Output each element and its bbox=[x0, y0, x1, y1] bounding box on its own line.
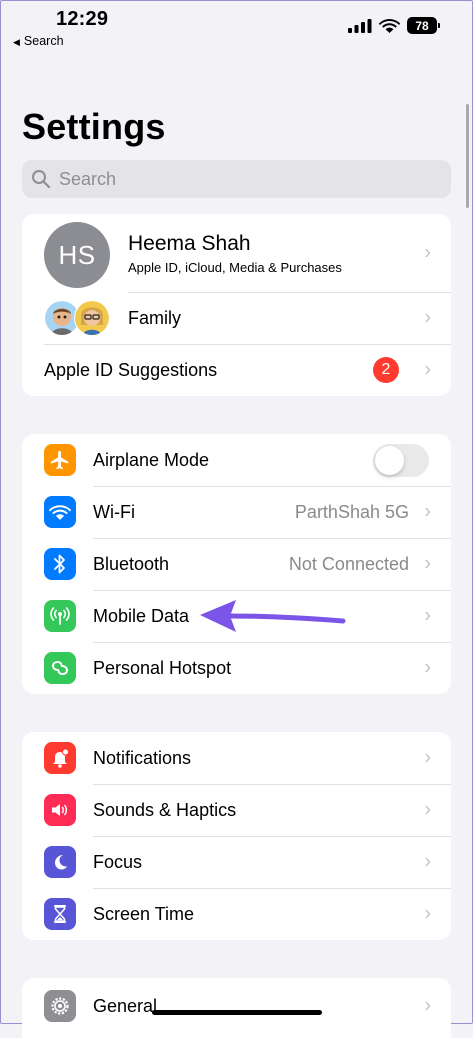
notifications-row[interactable]: Notifications › bbox=[22, 732, 451, 784]
gear-icon bbox=[44, 990, 76, 1022]
hourglass-icon bbox=[44, 898, 76, 930]
wifi-label: Wi-Fi bbox=[93, 501, 135, 522]
chevron-right-icon: › bbox=[424, 604, 431, 627]
chevron-right-icon: › bbox=[424, 500, 431, 523]
bluetooth-label: Bluetooth bbox=[93, 553, 170, 574]
chevron-right-icon: › bbox=[424, 902, 431, 925]
apple-id-suggestions-row[interactable]: Apple ID Suggestions 2 › bbox=[22, 344, 451, 396]
focus-label: Focus bbox=[93, 851, 143, 872]
speaker-icon bbox=[44, 794, 76, 826]
family-row[interactable]: Family › bbox=[22, 292, 451, 344]
notifications-label: Notifications bbox=[93, 747, 192, 768]
airplane-mode-toggle[interactable] bbox=[373, 443, 429, 477]
cellular-signal-icon bbox=[348, 18, 372, 33]
notifications-group: Notifications › Sounds & Haptics › Focus… bbox=[22, 732, 451, 940]
page-title: Settings bbox=[22, 106, 166, 147]
general-group: General › bbox=[22, 978, 451, 1038]
chevron-right-icon: › bbox=[424, 994, 431, 1017]
account-subtitle: Apple ID, iCloud, Media & Purchases bbox=[128, 260, 342, 275]
sounds-haptics-row[interactable]: Sounds & Haptics › bbox=[22, 784, 451, 836]
battery-indicator: 78 bbox=[407, 17, 440, 34]
search-input[interactable] bbox=[57, 167, 441, 191]
wifi-row[interactable]: Wi-Fi ParthShah 5G › bbox=[22, 486, 451, 538]
wifi-icon bbox=[44, 496, 76, 528]
bluetooth-status-value: Not Connected bbox=[288, 553, 409, 574]
hotspot-link-icon bbox=[44, 652, 76, 684]
chevron-right-icon: › bbox=[424, 656, 431, 679]
mobile-data-label: Mobile Data bbox=[93, 605, 190, 626]
airplane-icon bbox=[44, 444, 76, 476]
status-time: 12:29 bbox=[56, 8, 109, 30]
notification-bell-icon bbox=[44, 742, 76, 774]
general-row[interactable]: General › bbox=[22, 978, 451, 1034]
family-label: Family bbox=[128, 307, 181, 328]
apple-id-profile-row[interactable]: HS Heema Shah Apple ID, iCloud, Media & … bbox=[22, 214, 451, 292]
bluetooth-row[interactable]: Bluetooth Not Connected › bbox=[22, 538, 451, 590]
bluetooth-icon bbox=[44, 548, 76, 580]
personal-hotspot-label: Personal Hotspot bbox=[93, 657, 232, 678]
notification-badge: 2 bbox=[373, 357, 399, 383]
chevron-right-icon: › bbox=[424, 798, 431, 821]
screen-time-row[interactable]: Screen Time › bbox=[22, 888, 451, 940]
antenna-icon bbox=[44, 600, 76, 632]
toggle-knob bbox=[375, 445, 404, 475]
wifi-status-icon bbox=[379, 19, 400, 33]
personal-hotspot-row[interactable]: Personal Hotspot › bbox=[22, 642, 451, 694]
wifi-network-value: ParthShah 5G bbox=[294, 501, 409, 522]
family-member-avatar-icon bbox=[74, 300, 110, 336]
moon-icon bbox=[44, 846, 76, 878]
focus-row[interactable]: Focus › bbox=[22, 836, 451, 888]
status-icons: 78 bbox=[348, 17, 440, 34]
chevron-right-icon: › bbox=[424, 850, 431, 873]
sounds-haptics-label: Sounds & Haptics bbox=[93, 799, 237, 820]
family-avatars bbox=[44, 300, 112, 336]
airplane-mode-row[interactable]: Airplane Mode bbox=[22, 434, 451, 486]
chevron-right-icon: › bbox=[424, 241, 431, 264]
back-to-search-link[interactable]: ◀ Search bbox=[13, 34, 64, 48]
search-icon bbox=[32, 170, 51, 189]
home-indicator[interactable] bbox=[152, 1010, 322, 1015]
back-triangle-icon: ◀ bbox=[13, 37, 20, 47]
general-label: General bbox=[93, 995, 158, 1016]
screen-time-label: Screen Time bbox=[93, 903, 195, 924]
chevron-right-icon: › bbox=[424, 358, 431, 381]
apple-id-group: HS Heema Shah Apple ID, iCloud, Media & … bbox=[22, 214, 451, 396]
avatar: HS bbox=[44, 222, 110, 288]
back-label: Search bbox=[23, 34, 64, 48]
annotation-arrow-icon bbox=[200, 600, 346, 632]
apple-id-suggestions-label: Apple ID Suggestions bbox=[44, 359, 218, 380]
chevron-right-icon: › bbox=[424, 552, 431, 575]
account-name: Heema Shah bbox=[128, 232, 251, 255]
connectivity-group: Airplane Mode Wi-Fi ParthShah 5G › Bluet… bbox=[22, 434, 451, 694]
airplane-mode-label: Airplane Mode bbox=[93, 449, 210, 470]
scroll-indicator[interactable] bbox=[466, 104, 469, 208]
search-bar[interactable] bbox=[22, 160, 451, 198]
chevron-right-icon: › bbox=[424, 746, 431, 769]
chevron-right-icon: › bbox=[424, 306, 431, 329]
